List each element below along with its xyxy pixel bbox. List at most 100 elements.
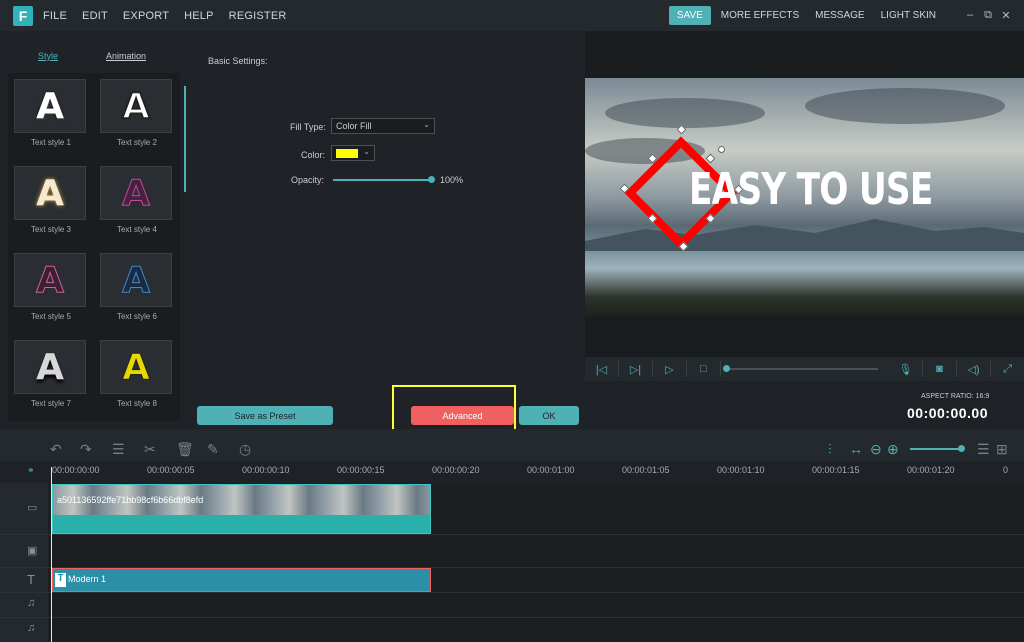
zoom-slider[interactable] [910, 448, 962, 450]
ruler-tick: 0 [1003, 465, 1009, 475]
video-preview[interactable]: EASY TO USE [585, 78, 1024, 316]
skip-back-icon[interactable]: |◁ [585, 363, 618, 376]
cut-icon[interactable]: ✂ [144, 441, 156, 458]
microphone-icon[interactable]: 🎙 [889, 363, 922, 376]
text-style-label-8: Text style 8 [116, 399, 157, 408]
minimize-icon[interactable]: – [962, 9, 978, 22]
chevron-down-icon: ⌄ [423, 120, 430, 129]
edit-icon[interactable]: ✎ [207, 441, 219, 458]
playback-progress-bar[interactable] [726, 368, 878, 370]
ruler-tick: 00:00:01:20 [907, 465, 955, 475]
fit-timeline-icon[interactable]: ↔ [849, 441, 863, 457]
grid-view-icon[interactable]: ⊞ [996, 441, 1008, 458]
list-view-icon[interactable]: ☰ [977, 441, 990, 458]
menu-register[interactable]: REGISTER [229, 10, 287, 22]
letter-a-icon: A [36, 346, 64, 388]
text-clip[interactable]: T Modern 1 [52, 568, 431, 592]
text-style-tile-6[interactable]: A [100, 253, 172, 307]
color-label: Color: [301, 150, 326, 160]
track-divider [0, 534, 1024, 535]
opacity-slider[interactable] [333, 179, 431, 181]
text-style-label-4: Text style 4 [116, 225, 157, 234]
light-skin-link[interactable]: LIGHT SKIN [881, 10, 936, 21]
timeline-ruler[interactable]: ⚭ 00:00:00:00 00:00:00:05 00:00:00:10 00… [0, 461, 1024, 483]
undo-icon[interactable]: ↶ [50, 441, 62, 458]
music-track-icon: ♫ [27, 622, 36, 634]
step-forward-icon[interactable]: ▷| [619, 363, 652, 376]
video-clip-name: a501136592ffe71bb98cf6b66dbf8efd [57, 495, 204, 505]
track-headers: ▭ ▣ T ♫ ♫ [0, 483, 48, 642]
divider [720, 361, 721, 377]
letter-a-icon: A [122, 259, 151, 301]
tab-style[interactable]: Style [38, 51, 58, 61]
cloud-shape [805, 88, 1005, 124]
volume-icon[interactable]: ◁) [957, 363, 990, 376]
save-button[interactable]: SAVE [668, 6, 711, 25]
save-as-preset-button[interactable]: Save as Preset [197, 406, 333, 425]
redo-icon[interactable]: ↷ [80, 441, 92, 458]
message-link[interactable]: MESSAGE [815, 10, 864, 21]
zoom-out-icon[interactable]: ⊖ [870, 441, 882, 458]
ruler-tick: 00:00:00:05 [147, 465, 195, 475]
video-editor-app: F FILE EDIT EXPORT HELP REGISTER SAVE MO… [0, 0, 1024, 642]
fill-type-label: Fill Type: [290, 122, 326, 132]
letter-a-icon: A [122, 346, 151, 388]
audio-mixer-icon[interactable]: ⫶ [828, 441, 832, 458]
text-style-tile-2[interactable]: A [100, 79, 172, 133]
text-style-label-6: Text style 6 [116, 312, 157, 321]
fill-type-select[interactable]: Color Fill ⌄ [331, 118, 435, 134]
rotate-handle[interactable] [718, 146, 725, 153]
ok-button[interactable]: OK [519, 406, 579, 425]
image-track-icon: ▣ [27, 545, 38, 557]
text-style-tile-8[interactable]: A [100, 340, 172, 394]
text-style-label-3: Text style 3 [30, 225, 71, 234]
menu-file[interactable]: FILE [43, 10, 67, 22]
more-effects-link[interactable]: MORE EFFECTS [721, 10, 799, 21]
letter-a-icon: A [36, 85, 64, 127]
top-actions: SAVE MORE EFFECTS MESSAGE LIGHT SKIN – ⧉… [668, 0, 1024, 31]
track-divider [0, 617, 1024, 618]
color-picker[interactable]: ⌄ [331, 145, 375, 161]
duration-icon[interactable]: ◷ [239, 441, 251, 458]
text-style-tile-4[interactable]: A [100, 166, 172, 220]
menu-help[interactable]: HELP [184, 10, 214, 22]
menu-edit[interactable]: EDIT [82, 10, 108, 22]
overlay-title-text[interactable]: EASY TO USE [689, 164, 933, 215]
text-style-tile-5[interactable]: A [14, 253, 86, 307]
ruler-tick: 00:00:00:10 [242, 465, 290, 475]
video-track-icon: ▭ [27, 502, 38, 514]
chevron-down-icon: ⌄ [363, 147, 370, 156]
stop-icon[interactable]: □ [687, 363, 720, 375]
opacity-value: 100% [440, 175, 464, 185]
playback-scrubber[interactable] [723, 365, 730, 372]
adjust-icon[interactable]: ☰ [112, 441, 125, 458]
zoom-in-icon[interactable]: ⊕ [887, 441, 899, 458]
zoom-slider-handle[interactable] [958, 445, 965, 452]
playhead[interactable] [51, 467, 52, 642]
tab-animation[interactable]: Animation [106, 51, 146, 61]
style-scrollbar[interactable] [184, 86, 186, 192]
ruler-tick: 00:00:01:05 [622, 465, 670, 475]
maximize-icon[interactable]: ⧉ [980, 9, 996, 22]
play-icon[interactable]: ▷ [653, 363, 686, 376]
link-icon[interactable]: ⚭ [27, 465, 35, 476]
fullscreen-icon[interactable]: ⤢ [991, 363, 1024, 376]
fill-type-value: Color Fill [336, 121, 372, 131]
ruler-tick: 00:00:00:15 [337, 465, 385, 475]
camera-icon[interactable]: ◙ [923, 363, 956, 375]
text-style-tile-7[interactable]: A [14, 340, 86, 394]
text-style-tile-1[interactable]: A [14, 79, 86, 133]
text-style-label-1: Text style 1 [30, 138, 71, 147]
opacity-slider-handle[interactable] [428, 176, 435, 183]
close-icon[interactable]: ✕ [998, 9, 1014, 22]
text-style-tile-3[interactable]: A [14, 166, 86, 220]
letter-a-icon: A [122, 172, 151, 214]
video-clip[interactable]: a501136592ffe71bb98cf6b66dbf8efd [52, 484, 431, 534]
text-clip-name: Modern 1 [68, 574, 107, 584]
menu-export[interactable]: EXPORT [123, 10, 169, 22]
delete-icon[interactable]: 🗑 [176, 441, 194, 458]
ruler-tick: 00:00:01:10 [717, 465, 765, 475]
aspect-ratio-label: ASPECT RATIO: 16:9 [921, 393, 990, 400]
text-edit-panel: Style Animation A Text style 1 A Text st… [0, 31, 585, 437]
text-style-label-7: Text style 7 [30, 399, 71, 408]
